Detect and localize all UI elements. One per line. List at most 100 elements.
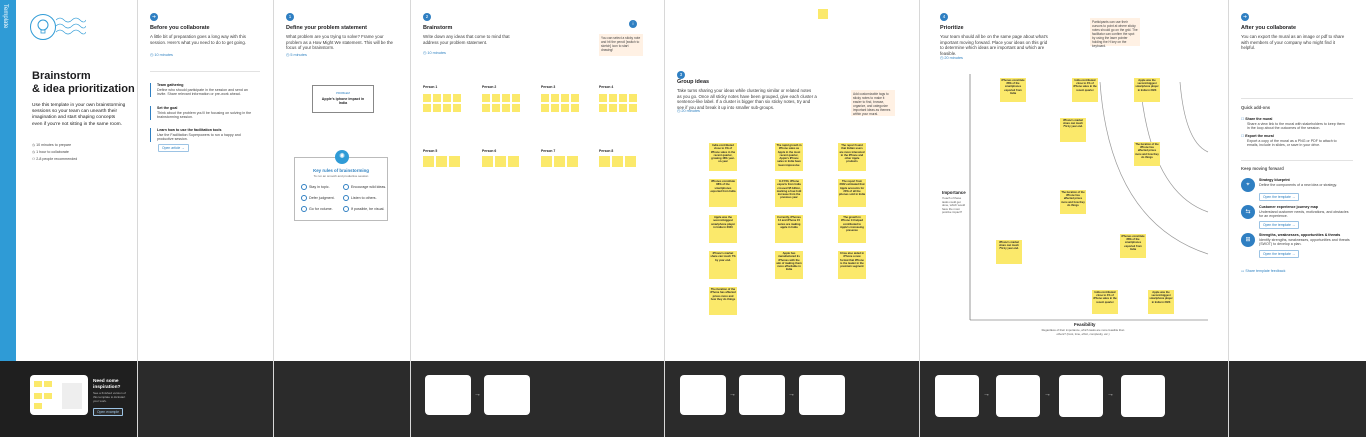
sticky-note[interactable]: Apple was the second-biggest smartphone … — [1148, 290, 1174, 314]
sticky-note[interactable]: The iteration of the iPhone has affected… — [1060, 190, 1086, 214]
sticky-note[interactable] — [492, 104, 500, 112]
sticky-note[interactable]: Apple was the second-biggest smartphone … — [709, 215, 737, 243]
sticky-note[interactable] — [482, 94, 490, 102]
sticky-note[interactable] — [453, 94, 461, 102]
problem-card[interactable]: PROBLEM Apple's iphone impact in India — [312, 85, 374, 113]
sticky-note[interactable] — [571, 104, 579, 112]
after-title: After you collaborate — [1241, 25, 1297, 31]
sticky-note[interactable] — [561, 104, 569, 112]
sticky-note[interactable]: The growth in iPhone 14 helped contribut… — [838, 215, 866, 243]
sticky-note[interactable]: iPhone's market share can touch 7% by ye… — [996, 240, 1022, 264]
sticky-note[interactable] — [551, 104, 559, 112]
sticky-note[interactable] — [629, 104, 637, 112]
sticky-note[interactable] — [443, 104, 451, 112]
group-thumbnail[interactable] — [739, 375, 785, 415]
sticky-note[interactable] — [433, 104, 441, 112]
sticky-note[interactable]: iPhone's market share can touch 7% by ye… — [709, 251, 737, 279]
sticky-note[interactable]: India contributed close to 4% of iPhone … — [1092, 290, 1118, 314]
sticky-note[interactable] — [599, 94, 607, 102]
sticky-note[interactable]: The iteration of the iPhone has affected… — [1134, 142, 1160, 166]
sticky-note[interactable] — [619, 94, 627, 102]
sticky-note[interactable] — [502, 104, 510, 112]
sticky-note[interactable]: Currently, iPhones 14 and iPhone 15 seri… — [775, 215, 803, 243]
quick-addon-item[interactable]: ☐ Share the mural Share a view link to th… — [1241, 117, 1349, 131]
sticky-note[interactable] — [423, 156, 434, 167]
sticky-note — [34, 393, 42, 399]
sticky-note[interactable] — [453, 104, 461, 112]
sticky-note[interactable] — [599, 104, 607, 112]
sticky-note[interactable] — [561, 94, 569, 102]
group-thumbnail[interactable] — [799, 375, 845, 415]
time-text: 10 minutes — [154, 53, 173, 57]
sticky-note[interactable]: iPhones constitute 88% of the smartphone… — [1120, 234, 1146, 258]
sticky-note[interactable] — [599, 156, 610, 167]
sticky-note[interactable] — [609, 104, 617, 112]
sticky-note[interactable] — [482, 104, 490, 112]
brainstorm-thumbnail[interactable] — [484, 375, 530, 415]
sticky-note[interactable]: India contributed close to 4% of iPhone … — [709, 143, 737, 171]
sticky-note[interactable] — [541, 156, 552, 167]
prioritize-thumbnail[interactable] — [996, 375, 1040, 417]
sticky-note[interactable]: Apple has manufactured its iPhones with … — [775, 251, 803, 279]
sticky-note[interactable] — [629, 94, 637, 102]
sticky-note[interactable]: The report from 2022 estimated that Appl… — [838, 179, 866, 207]
sticky-note[interactable] — [492, 94, 500, 102]
button-label: Open the template — [1263, 252, 1291, 256]
template-text: Identify strengths, weaknesses, opportun… — [1259, 237, 1350, 247]
prioritize-thumbnail[interactable] — [1121, 375, 1165, 417]
sticky-note[interactable] — [571, 94, 579, 102]
y-axis-label: Importance — [942, 190, 966, 195]
share-feedback-link[interactable]: ▭ Share template feedback — [1241, 269, 1285, 273]
sticky-note[interactable] — [554, 156, 565, 167]
sticky-note[interactable] — [423, 104, 431, 112]
sticky-note[interactable] — [508, 156, 519, 167]
sticky-note[interactable] — [612, 156, 623, 167]
promo-title: Need some inspiration? — [93, 379, 121, 390]
sticky-note[interactable] — [541, 94, 549, 102]
sticky-note[interactable]: iPhones constitute 88% of the smartphone… — [1000, 78, 1026, 102]
group-thumbnail[interactable] — [680, 375, 726, 415]
prioritize-thumbnail[interactable] — [935, 375, 979, 417]
sticky-note[interactable] — [567, 156, 578, 167]
sticky-note[interactable] — [449, 156, 460, 167]
quick-addon-item[interactable]: ☐ Export the mural Export a copy of the m… — [1241, 134, 1349, 148]
prioritize-thumbnail[interactable] — [1059, 375, 1103, 417]
sticky-note[interactable]: Apple was the second-biggest smartphone … — [1134, 78, 1160, 102]
sticky-note[interactable] — [609, 94, 617, 102]
brainstorm-thumbnail[interactable] — [425, 375, 471, 415]
sticky-note[interactable]: iPhone's market share can touch 7% by ye… — [1060, 118, 1086, 142]
sticky-note[interactable]: In FY23, iPhone exports from India cross… — [775, 179, 803, 207]
prioritize-panel: 4 Prioritize Your team should all be on … — [920, 0, 1229, 437]
example-thumbnail[interactable] — [30, 375, 88, 415]
sticky-note[interactable] — [436, 156, 447, 167]
sticky-note[interactable] — [433, 94, 441, 102]
sticky-note[interactable]: iPhones constitute 88% of the smartphone… — [709, 179, 737, 207]
open-template-button[interactable]: Open the template → — [1259, 221, 1300, 229]
sticky-note[interactable] — [512, 94, 520, 102]
sticky-note[interactable] — [482, 156, 493, 167]
sticky-note[interactable]: The report found that Indian users are m… — [838, 143, 866, 171]
open-article-button[interactable]: Open article → — [158, 144, 189, 152]
sticky-note[interactable] — [512, 104, 520, 112]
open-template-button[interactable]: Open the template → — [1259, 250, 1300, 258]
sticky-note — [44, 381, 52, 387]
sticky-note[interactable]: The rapid growth in iPhone sales as Appl… — [775, 143, 803, 171]
step-text: Use the Facilitation Superpowers to run … — [157, 132, 241, 142]
brainstorm-title: Brainstorm — [423, 25, 453, 31]
group-time: ◷ 20 minutes — [677, 108, 700, 113]
sticky-note[interactable] — [495, 156, 506, 167]
sticky-note[interactable]: It has also aided in iPhone a new format… — [838, 251, 866, 279]
sticky-note[interactable] — [551, 94, 559, 102]
sticky-note[interactable]: India contributed close to 4% of iPhone … — [1072, 78, 1098, 102]
sticky-note[interactable] — [443, 94, 451, 102]
open-template-button[interactable]: Open the template → — [1259, 193, 1300, 201]
sticky-note[interactable] — [502, 94, 510, 102]
sticky-note[interactable]: The iteration of the iPhone has affected… — [709, 287, 737, 315]
sticky-note[interactable] — [423, 94, 431, 102]
sticky-note[interactable] — [818, 9, 828, 19]
rule-icon — [301, 184, 307, 190]
sticky-note[interactable] — [541, 104, 549, 112]
sticky-note[interactable] — [625, 156, 636, 167]
open-example-button[interactable]: Open example — [93, 408, 124, 416]
sticky-note[interactable] — [619, 104, 627, 112]
